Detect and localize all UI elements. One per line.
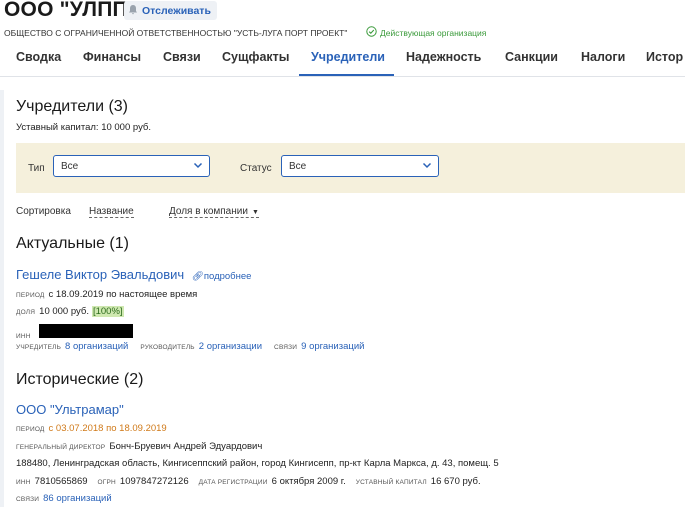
tab-history[interactable]: Истор (646, 50, 683, 64)
status-filter-value: Все (289, 161, 307, 172)
caret-down-icon: ▼ (251, 209, 259, 216)
tab-taxes[interactable]: Налоги (581, 50, 625, 64)
watch-button[interactable]: Отслеживать (124, 1, 217, 20)
inn-row: инн (16, 324, 133, 340)
watch-label: Отслеживать (142, 4, 211, 17)
hist-links-orgs-link[interactable]: 86 организаций (43, 493, 112, 504)
founder-orgs-link[interactable]: 8 организаций (65, 341, 128, 352)
capital-text: Уставный капитал: 10 000 руб. (16, 122, 152, 133)
type-filter-label: Тип (28, 163, 45, 174)
company-title: ООО "УЛПП" (4, 0, 138, 21)
hist-period-value: с 03.07.2018 по 18.09.2019 (48, 423, 167, 434)
bell-icon (128, 4, 138, 18)
tab-bar: Сводка Финансы Связи Сущфакты Учредители… (0, 44, 685, 77)
period-value: с 18.09.2019 по настоящее время (48, 289, 198, 300)
tab-links[interactable]: Связи (163, 50, 201, 64)
sort-label: Сортировка (16, 206, 71, 217)
ogrn-label: огрн (97, 479, 116, 486)
ogrn-value: 1097847272126 (119, 476, 189, 487)
hist-links-row: связи 86 организаций (16, 493, 124, 504)
page-title: Учредители (3) (16, 98, 129, 115)
founder-name-link[interactable]: Гешеле Виктор Эвальдович 🔗︎подробнее (16, 267, 251, 282)
founder-name: Гешеле Виктор Эвальдович (16, 267, 185, 282)
period-label: период (16, 292, 45, 299)
type-filter-value: Все (61, 161, 79, 172)
redacted-inn (38, 324, 133, 338)
historical-founder-link[interactable]: ООО "Ультрамар" (16, 402, 124, 417)
regdate-value: 6 октября 2009 г. (271, 476, 346, 487)
more-label: подробнее (203, 271, 252, 282)
company-full-name: ОБЩЕСТВО С ОГРАНИЧЕННОЙ ОТВЕТСТВЕННОСТЬЮ… (4, 28, 348, 38)
share-percent: [100%] (91, 306, 124, 317)
founder-label: учредитель (16, 344, 62, 351)
historical-founders-heading: Исторические (2) (16, 371, 144, 388)
hist-capital-label: уставный капитал (355, 479, 427, 486)
tab-founders[interactable]: Учредители (311, 50, 385, 64)
links-orgs-link[interactable]: 9 организаций (301, 341, 364, 352)
manager-orgs-link[interactable]: 2 организации (199, 341, 262, 352)
manager-label: руководитель (140, 344, 195, 351)
status-text: Действующая организация (380, 27, 487, 38)
status-filter-select[interactable]: Все (281, 155, 439, 177)
address-row: 188480, Ленинградская область, Кингисепп… (16, 458, 499, 469)
relations-row: учредитель 8 организаций руководитель 2 … (16, 341, 376, 352)
hist-capital-value: 16 670 руб. (430, 476, 481, 487)
director-row: генеральный директор Бонч-Бруевич Андрей… (16, 441, 262, 452)
tab-finance[interactable]: Финансы (83, 50, 141, 64)
tab-facts[interactable]: Сущфакты (222, 50, 289, 64)
share-label: доля (16, 309, 36, 316)
more-link[interactable]: 🔗︎подробнее (192, 271, 252, 282)
active-tab-indicator (299, 74, 394, 76)
registry-row: инн 7810565869 огрн 1097847272126 дата р… (16, 476, 481, 487)
share-value: 10 000 руб. (39, 306, 89, 317)
tab-sanctions[interactable]: Санкции (505, 50, 558, 64)
chevron-down-icon (193, 160, 203, 173)
hist-inn-label: инн (16, 479, 31, 486)
hist-inn-value: 7810565869 (34, 476, 88, 487)
status-badge: Действующая организация (366, 26, 486, 39)
regdate-label: дата регистрации (198, 479, 268, 486)
period-row: период с 18.09.2019 по настоящее время (16, 289, 197, 300)
chevron-down-icon (422, 160, 432, 173)
sort-by-share[interactable]: Доля в компании ▼ (169, 206, 259, 218)
director-label: генеральный директор (16, 444, 106, 451)
link-icon: 🔗︎ (191, 271, 204, 282)
director-value: Бонч-Бруевич Андрей Эдуардович (109, 441, 263, 452)
founders-card: Учредители (3) Уставный капитал: 10 000 … (4, 90, 685, 507)
share-row: доля 10 000 руб. [100%] (16, 306, 124, 317)
filter-panel: Тип Все Статус Все (16, 143, 685, 193)
status-filter-label: Статус (240, 163, 272, 174)
inn-label: инн (16, 333, 31, 340)
tab-reliability[interactable]: Надежность (406, 50, 481, 64)
address-value: 188480, Ленинградская область, Кингисепп… (16, 458, 499, 469)
sort-by-name[interactable]: Название (89, 206, 134, 218)
hist-period-row: период с 03.07.2018 по 18.09.2019 (16, 423, 167, 434)
links-label: связи (274, 344, 298, 351)
type-filter-select[interactable]: Все (53, 155, 210, 177)
hist-period-label: период (16, 426, 45, 433)
sort-by-share-label: Доля в компании (169, 206, 248, 217)
company-header: ООО "УЛПП" Отслеживать ОБЩЕСТВО С ОГРАНИ… (0, 0, 685, 90)
tab-summary[interactable]: Сводка (16, 50, 61, 64)
hist-links-label: связи (16, 496, 40, 503)
check-circle-icon (366, 26, 377, 39)
current-founders-heading: Актуальные (1) (16, 235, 129, 252)
